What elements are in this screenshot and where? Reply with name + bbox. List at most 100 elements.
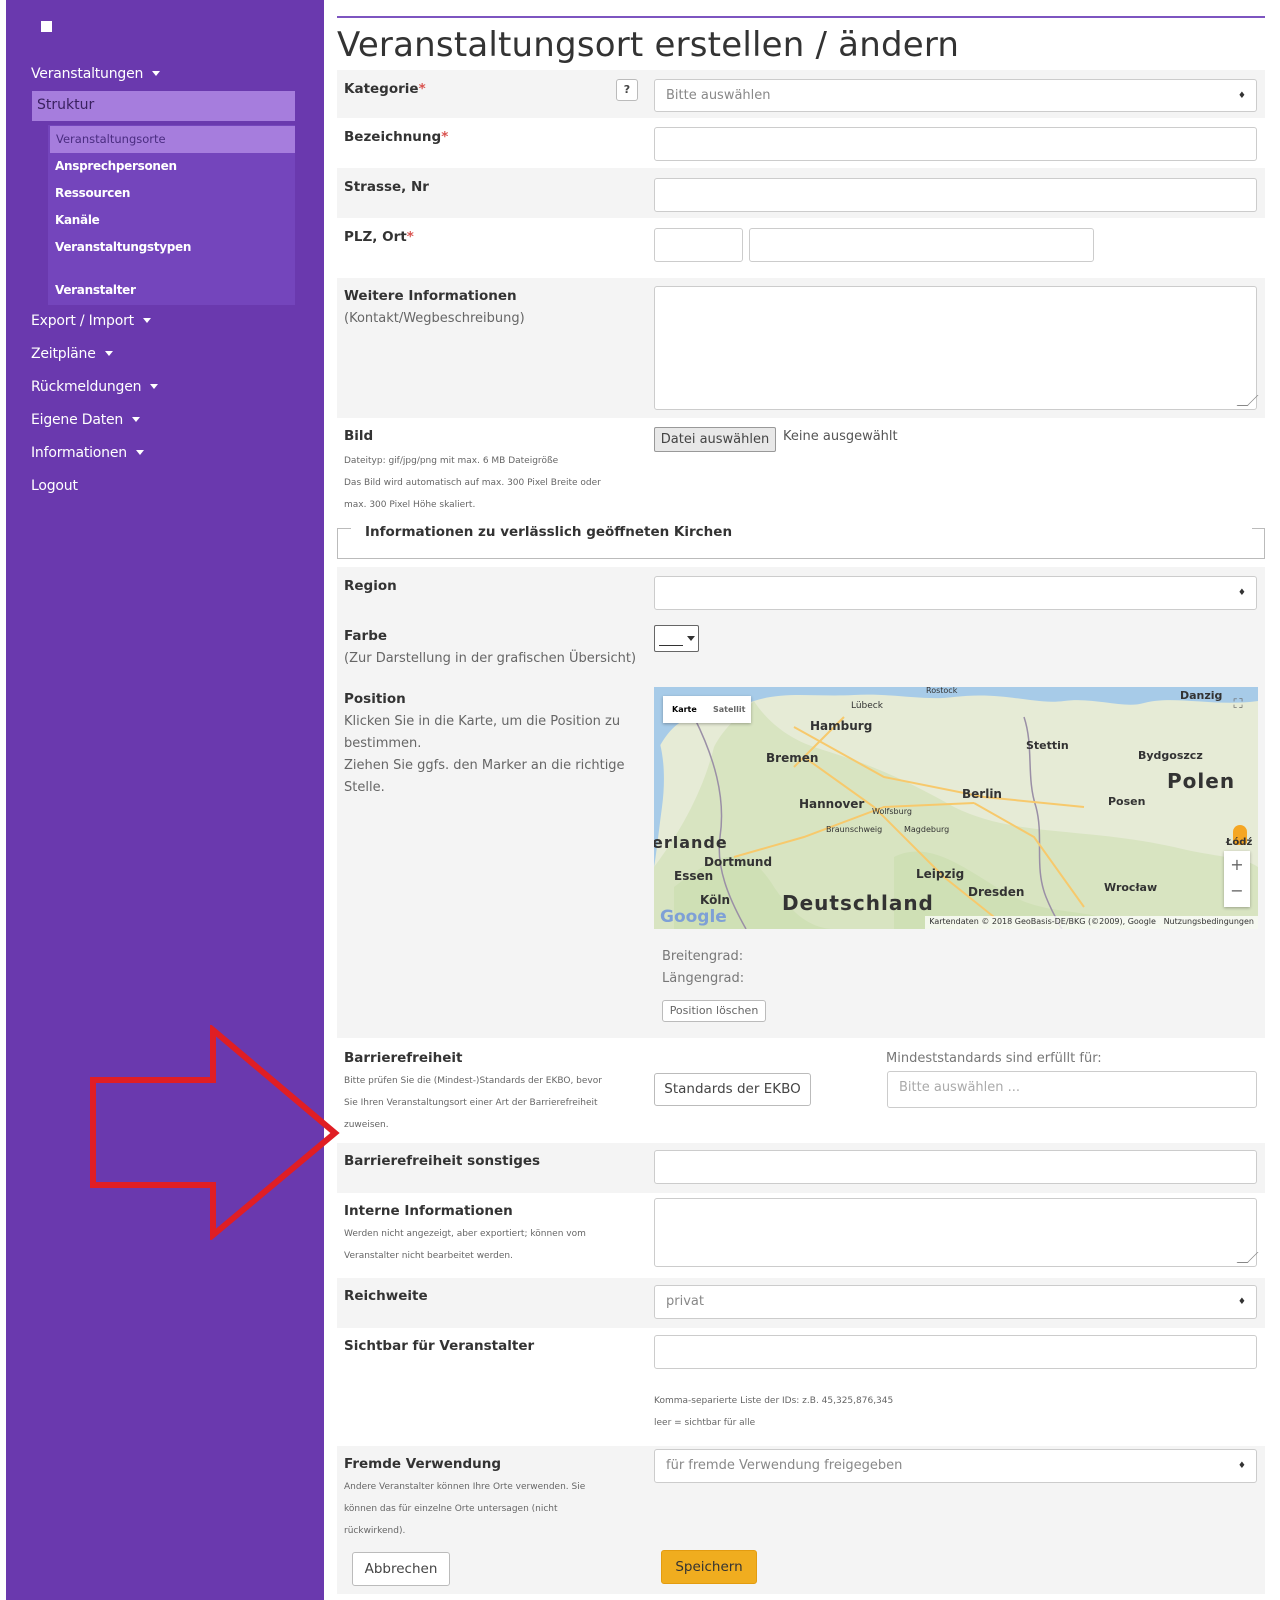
map-label-hannover: Hannover [799,797,865,811]
submenu-veranstaltungsorte[interactable]: Veranstaltungsorte [50,126,295,153]
laengengrad-label: Längengrad: [662,971,745,986]
cancel-button[interactable]: Abbrechen [352,1552,450,1586]
map-attribution: Kartendaten © 2018 GeoBasis-DE/BKG (©200… [925,916,1258,929]
caret-down-icon [687,636,695,641]
map-tab-karte[interactable]: Karte [672,705,697,714]
map-label-hamburg: Hamburg [810,719,873,733]
row-bild: Bild Dateityp: gif/jpg/png mit max. 6 MB… [337,418,1265,523]
save-button[interactable]: Speichern [661,1550,757,1584]
map-label-dortmund: Dortmund [704,855,773,869]
map-type-control: Karte Satellit [663,696,751,723]
map-label-niederlande: erlande [654,833,728,852]
row-fremde-verwendung: Fremde Verwendung Andere Veranstalter kö… [337,1446,1265,1542]
position-hint-4: Stelle. [344,780,385,795]
strasse-input[interactable] [654,178,1257,212]
menu-export-import[interactable]: Export / Import [31,313,151,329]
interne-textarea[interactable] [654,1198,1259,1267]
reichweite-select[interactable]: privat [654,1285,1257,1319]
zoom-in-button[interactable]: + [1224,851,1250,879]
sichtbar-input[interactable] [654,1335,1257,1369]
menu-informationen[interactable]: Informationen [31,445,144,461]
ort-input[interactable] [749,228,1094,262]
menu-zeitplaene[interactable]: Zeitpläne [31,346,113,362]
map-label-luebeck: Lübeck [851,701,883,711]
barriere-hint-1: Bitte prüfen Sie die (Mindest-)Standards… [344,1076,602,1086]
sichtbar-hint-1: Komma-separierte Liste der IDs: z.B. 45,… [654,1396,894,1406]
position-hint-2: bestimmen. [344,736,422,751]
map-label-bydgoszcz: Bydgoszcz [1138,749,1203,762]
breitengrad-label: Breitengrad: [662,949,744,964]
fieldset-border [1252,528,1265,529]
file-choose-button[interactable]: Datei auswählen [654,427,776,452]
resize-handle-icon[interactable] [1236,395,1259,406]
map-label-koeln: Köln [700,893,730,907]
required-marker: * [418,81,426,97]
ekbo-standards-button[interactable]: Standards der EKBO [654,1073,811,1106]
position-hint-1: Klicken Sie in die Karte, um die Positio… [344,714,621,729]
map-terms-link[interactable]: Nutzungsbedingungen [1164,917,1254,926]
position-hint-3: Ziehen Sie ggfs. den Marker an die richt… [344,758,625,773]
required-marker: * [406,229,414,245]
weitere-label: Weitere Informationen [344,288,517,304]
fremde-hint-3: rückwirkend). [344,1526,406,1536]
weitere-hint: (Kontakt/Wegbeschreibung) [344,311,525,326]
plz-input[interactable] [654,228,743,262]
required-marker: * [441,129,449,145]
mindest-select[interactable]: Bitte auswählen ... [887,1071,1257,1108]
bezeichnung-label: Bezeichnung [344,129,442,145]
menu-rueckmeldungen[interactable]: Rückmeldungen [31,379,159,395]
weitere-textarea[interactable] [654,286,1259,410]
barriere-label: Barrierefreiheit [344,1050,463,1066]
row-barrierefreiheit: Barrierefreiheit Bitte prüfen Sie die (M… [337,1040,1265,1143]
map-label-wroclaw: Wrocław [1104,881,1158,894]
farbe-hint: (Zur Darstellung in der grafischen Übers… [344,651,637,666]
fremde-select[interactable]: für fremde Verwendung freigegeben [654,1449,1257,1483]
resize-handle-icon[interactable] [1236,1252,1259,1263]
menu-veranstaltungen[interactable]: Veranstaltungen [31,66,161,82]
map[interactable]: Karte Satellit ⛶ + − Rostock Danzig Lübe… [654,687,1258,929]
google-logo: Google [660,907,727,927]
submenu-veranstalter[interactable]: Veranstalter [55,283,136,297]
fullscreen-icon[interactable]: ⛶ [1228,697,1248,717]
kategorie-select[interactable]: Bitte auswählen [654,79,1257,112]
menu-logout[interactable]: Logout [31,478,78,494]
submenu-ansprechpersonen[interactable]: Ansprechpersonen [55,159,177,173]
bezeichnung-input[interactable] [654,127,1257,161]
row-interne-informationen: Interne Informationen Werden nicht angez… [337,1193,1265,1278]
sichtbar-hint-2: leer = sichtbar für alle [654,1418,756,1428]
zoom-control: + − [1224,851,1250,907]
submenu-veranstaltungstypen[interactable]: Veranstaltungstypen [55,240,191,254]
barriere-sonstiges-input[interactable] [654,1150,1257,1184]
position-delete-button[interactable]: Position löschen [662,1000,766,1022]
file-status-text: Keine ausgewählt [783,429,898,444]
caret-down-icon [132,417,141,422]
map-label-braunschweig: Braunschweig [826,825,883,834]
row-bezeichnung: Bezeichnung* [337,118,1265,168]
fieldset-border [337,528,351,529]
help-button[interactable]: ? [616,79,638,101]
submenu-kanaele[interactable]: Kanäle [55,213,100,227]
form-footer: Abbrechen Speichern [337,1542,1265,1594]
sichtbar-label: Sichtbar für Veranstalter [344,1338,535,1354]
row-strasse: Strasse, Nr [337,168,1265,218]
menu-eigene-daten[interactable]: Eigene Daten [31,412,141,428]
interne-label: Interne Informationen [344,1203,513,1219]
map-tab-satellit[interactable]: Satellit [713,705,745,714]
region-select[interactable] [654,576,1257,610]
position-label: Position [344,691,406,707]
row-coordinates: Breitengrad: Längengrad: Position lösche… [337,938,1265,1038]
zoom-out-button[interactable]: − [1224,879,1250,907]
region-label: Region [344,578,397,594]
interne-hint-1: Werden nicht angezeigt, aber exportiert;… [344,1229,586,1239]
row-farbe: Farbe (Zur Darstellung in der grafischen… [337,622,1265,680]
reichweite-label: Reichweite [344,1288,428,1304]
farbe-label: Farbe [344,628,388,644]
map-label-danzig: Danzig [1180,689,1223,702]
submenu-ressourcen[interactable]: Ressourcen [55,186,130,200]
color-picker[interactable] [654,625,699,652]
fremde-hint-1: Andere Veranstalter können Ihre Orte ver… [344,1482,586,1492]
logo-icon[interactable] [41,21,52,32]
menu-struktur[interactable]: Struktur [32,91,295,121]
fremde-hint-2: können das für einzelne Orte untersagen … [344,1504,558,1514]
map-label-berlin: Berlin [962,787,1002,801]
